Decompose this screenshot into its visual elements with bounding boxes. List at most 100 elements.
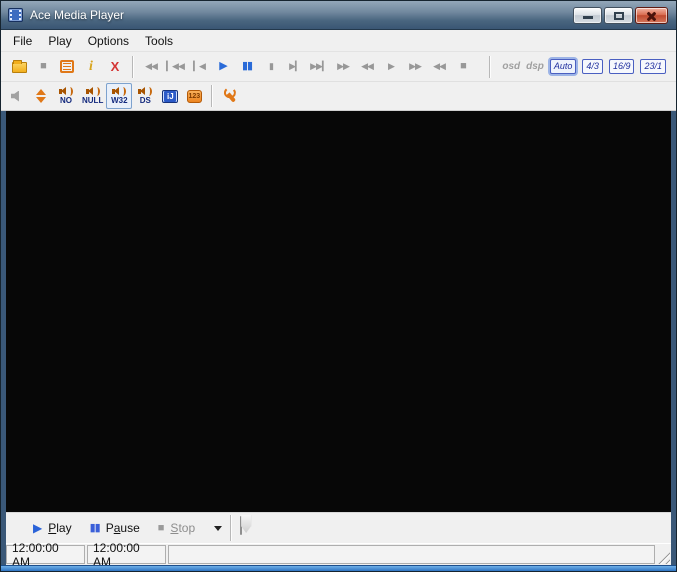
speaker-icon	[112, 87, 126, 96]
audio-out-ds-button[interactable]: DS	[132, 83, 158, 109]
menu-tools[interactable]: Tools	[137, 31, 181, 51]
video-renderer-icon: iJ	[162, 90, 178, 103]
window-controls	[573, 7, 668, 24]
menu-bar: File Play Options Tools	[1, 30, 676, 52]
audio-out-null-button[interactable]: NULL	[79, 83, 106, 109]
minimize-button[interactable]	[573, 7, 602, 24]
display-toggle-group: osd dsp Auto 4/3 16/9 23/1	[484, 56, 670, 78]
play-icon: ▶	[219, 61, 226, 72]
video-display-area[interactable]	[6, 111, 671, 512]
frame-pause-icon: ▮	[269, 62, 273, 71]
play-icon: ▶	[33, 522, 42, 534]
step-back-button[interactable]: ▎◀	[187, 55, 211, 79]
audio-stream-cycle-icon	[36, 89, 46, 103]
maximize-button[interactable]	[604, 7, 633, 24]
menu-options[interactable]: Options	[80, 31, 137, 51]
close-file-button[interactable]: X	[103, 55, 127, 79]
aspect-16-9-button[interactable]: 16/9	[609, 59, 635, 74]
media-info-button[interactable]: i	[79, 55, 103, 79]
app-window: Ace Media Player File Play Options Tools…	[0, 0, 677, 572]
settings-button[interactable]	[218, 84, 242, 108]
open-file-button[interactable]	[7, 55, 31, 79]
osd-toggle[interactable]: osd	[502, 61, 520, 72]
open-folder-icon	[12, 62, 27, 73]
fast-forward-icon: ▶▶	[337, 62, 349, 71]
step-forward-button[interactable]: ▶▎	[283, 55, 307, 79]
stop-icon: ■	[158, 523, 165, 534]
main-toolbar: ■ i X ◀◀ ▎◀◀ ▎◀ ▶ ▮▮ ▮ ▶▎ ▶▶▎ ▶▶ ◀◀ ▶ ▶▶…	[1, 52, 676, 82]
seek-slider[interactable]	[240, 515, 665, 541]
minimize-icon	[583, 16, 593, 19]
pause-button[interactable]: ▮▮ Pause	[81, 517, 149, 539]
speaker-icon	[59, 87, 73, 96]
window-frame: ▶ Play ▮▮ Pause ■ Stop 12:00:00 AM 12:00…	[1, 111, 676, 565]
stop-label: Stop	[170, 521, 195, 535]
audio-disabled-icon	[11, 91, 24, 102]
controlbar-separator	[230, 515, 232, 541]
more-controls-dropdown[interactable]	[214, 526, 222, 531]
position-time: 12:00:00 AM	[6, 545, 85, 564]
audio-disabled-button[interactable]	[5, 84, 29, 108]
counter-button[interactable]: 123	[182, 84, 206, 108]
slow-play-button[interactable]: ▶	[379, 55, 403, 79]
aspect-235-button[interactable]: 23/1	[640, 59, 666, 74]
seek-slider-thumb[interactable]	[241, 515, 251, 533]
app-filmstrip-icon	[8, 8, 23, 22]
prev-track-button[interactable]: ◀◀	[355, 55, 379, 79]
step-back-icon: ▎◀	[193, 62, 205, 71]
rewind-icon: ◀◀	[145, 62, 157, 71]
audio-toolbar: NO NULL W32 DS iJ 123	[1, 82, 676, 111]
resize-grip[interactable]	[655, 549, 670, 564]
skip-to-start-button[interactable]: ▎◀◀	[163, 55, 187, 79]
aspect-auto-button[interactable]: Auto	[550, 59, 577, 74]
rewind-alt-icon: ◀◀	[433, 62, 445, 71]
menu-play[interactable]: Play	[40, 31, 79, 51]
toolbar-separator	[489, 56, 491, 78]
audio-stream-cycle-button[interactable]	[29, 84, 53, 108]
playlist-icon	[60, 60, 74, 73]
stop-media-button[interactable]: ■	[31, 55, 55, 79]
audio-out-no-label: NO	[60, 97, 72, 105]
close-button[interactable]	[635, 7, 668, 24]
window-bottom-frame	[1, 565, 676, 571]
frame-pause-button[interactable]: ▮	[259, 55, 283, 79]
playlist-button[interactable]	[55, 55, 79, 79]
status-message-panel	[168, 545, 655, 564]
play-button-toolbar[interactable]: ▶	[211, 55, 235, 79]
window-title: Ace Media Player	[30, 8, 124, 22]
status-bar: 12:00:00 AM 12:00:00 AM	[6, 543, 671, 565]
video-renderer-button[interactable]: iJ	[158, 84, 182, 108]
slow-play-icon: ▶	[388, 62, 394, 71]
audio-out-w32-button[interactable]: W32	[106, 83, 132, 109]
rewind-alt-button[interactable]: ◀◀	[427, 55, 451, 79]
stop-square-icon: ■	[460, 61, 466, 72]
pause-icon: ▮▮	[90, 523, 100, 534]
dsp-toggle[interactable]: dsp	[526, 61, 544, 72]
audio-out-null-label: NULL	[82, 97, 103, 105]
title-bar[interactable]: Ace Media Player	[1, 1, 676, 30]
toolbar-separator	[132, 56, 134, 78]
counter-icon: 123	[187, 90, 202, 103]
play-button[interactable]: ▶ Play	[24, 517, 81, 539]
audio-out-w32-label: W32	[111, 97, 127, 105]
close-file-icon: X	[111, 60, 120, 73]
skip-to-start-icon: ▎◀◀	[166, 62, 184, 71]
pause-button-toolbar[interactable]: ▮▮	[235, 55, 259, 79]
skip-to-end-button[interactable]: ▶▶▎	[307, 55, 331, 79]
skip-to-end-icon: ▶▶▎	[310, 62, 328, 71]
next-track-button[interactable]: ▶▶	[403, 55, 427, 79]
toolbar-separator	[211, 85, 213, 107]
rewind-button[interactable]: ◀◀	[139, 55, 163, 79]
prev-track-icon: ◀◀	[361, 62, 373, 71]
speaker-icon	[138, 87, 152, 96]
duration-time: 12:00:00 AM	[87, 545, 166, 564]
pause-icon: ▮▮	[242, 61, 252, 72]
audio-out-ds-label: DS	[140, 97, 151, 105]
menu-file[interactable]: File	[5, 31, 40, 51]
play-label: Play	[48, 521, 71, 535]
stop-button[interactable]: ■ Stop	[149, 517, 204, 539]
audio-out-no-button[interactable]: NO	[53, 83, 79, 109]
aspect-4-3-button[interactable]: 4/3	[582, 59, 603, 74]
fast-forward-button[interactable]: ▶▶	[331, 55, 355, 79]
stop-square-button[interactable]: ■	[451, 55, 475, 79]
